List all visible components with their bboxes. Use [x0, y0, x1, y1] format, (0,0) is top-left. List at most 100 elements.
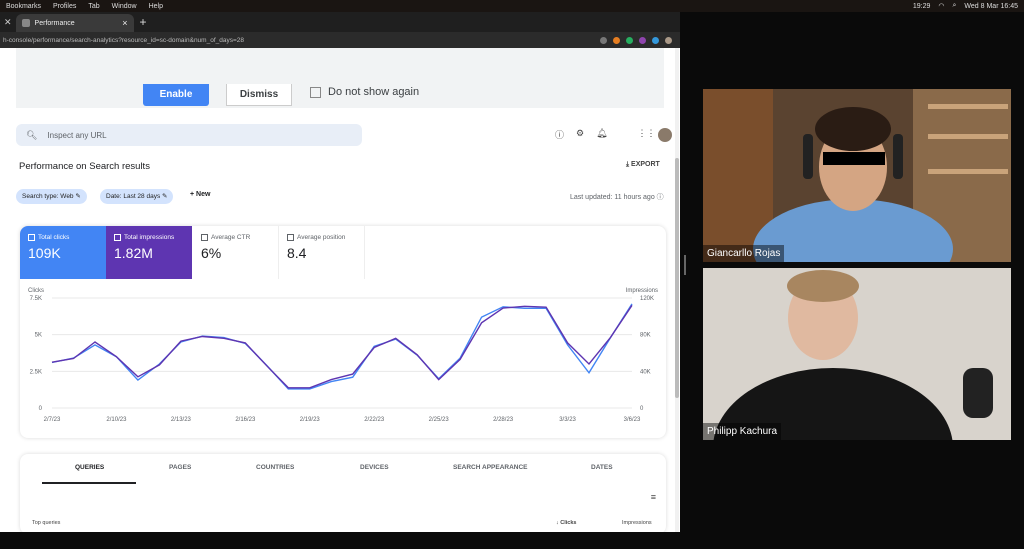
menu-window[interactable]: Window: [112, 3, 137, 10]
tab-performance[interactable]: Performance ×: [15, 14, 134, 32]
page-title: Performance on Search results: [19, 161, 150, 172]
participant-video: [703, 89, 1011, 262]
left-tick-label: 2.5K: [30, 369, 42, 375]
metric-label: Total clicks: [38, 234, 70, 241]
last-updated: Last updated: 11 hours ago ⓘ: [570, 194, 664, 201]
tab-countries[interactable]: COUNTRIES: [256, 464, 294, 471]
close-icon[interactable]: ✕: [4, 17, 12, 28]
metric-total-clicks[interactable]: Total clicks 109K: [20, 226, 106, 279]
video-tile[interactable]: Philipp Kachura: [703, 268, 1011, 440]
series-line-impressions: [51, 304, 633, 389]
split-divider-handle[interactable]: [684, 255, 686, 275]
vertical-scrollbar[interactable]: [675, 48, 679, 532]
x-tick-label: 2/25/23: [429, 417, 450, 423]
account-settings-icon[interactable]: ⚙: [576, 128, 584, 141]
extension-icon[interactable]: [600, 36, 607, 44]
new-label: New: [196, 191, 211, 198]
checkbox-icon[interactable]: [310, 86, 321, 98]
left-axis-label: Clicks: [28, 288, 44, 294]
close-tab-icon[interactable]: ×: [122, 18, 127, 28]
checkbox-icon: [287, 234, 294, 241]
x-tick-label: 2/13/23: [171, 417, 192, 423]
metric-label: Average position: [297, 234, 346, 241]
active-tab-indicator: [42, 482, 136, 484]
metric-label: Average CTR: [211, 234, 251, 241]
extension-icon[interactable]: [613, 36, 620, 44]
metric-average-position[interactable]: Average position 8.4: [279, 226, 365, 279]
favicon-icon: [21, 19, 30, 27]
search-icon: 🔍︎: [26, 129, 38, 140]
x-tick-label: 2/10/23: [106, 417, 127, 423]
extension-icon[interactable]: [652, 36, 659, 44]
help-icon[interactable]: ⓘ: [555, 128, 564, 141]
export-button[interactable]: ⤓ EXPORT: [626, 161, 660, 169]
metric-average-ctr[interactable]: Average CTR 6%: [193, 226, 279, 279]
participant-name: Philipp Kachura: [703, 423, 782, 440]
checkbox-icon: [114, 234, 121, 241]
menu-tab[interactable]: Tab: [88, 3, 99, 10]
desktop: Bookmarks Profiles Tab Window Help 19:29…: [0, 0, 1024, 549]
x-tick-label: 2/7/23: [44, 417, 61, 423]
performance-chart-card: Total clicks 109K Total impressions 1.82…: [20, 226, 666, 438]
table-header: Top queries ↓ Clicks Impressions: [32, 520, 654, 526]
metric-label: Total impressions: [124, 234, 175, 241]
participant-video: [703, 268, 1011, 440]
menu-profiles[interactable]: Profiles: [53, 3, 76, 10]
checkbox-icon: [28, 234, 35, 241]
scrollbar-thumb[interactable]: [675, 158, 679, 398]
tab-dates[interactable]: DATES: [591, 464, 613, 471]
x-tick-label: 3/3/23: [559, 417, 576, 423]
tab-devices[interactable]: DEVICES: [360, 464, 389, 471]
bell-icon[interactable]: 🔔︎: [596, 128, 607, 141]
search-icon[interactable]: ⌕: [953, 2, 957, 10]
new-filter-button[interactable]: + New: [190, 191, 210, 198]
mac-menu-bar: Bookmarks Profiles Tab Window Help 19:29…: [0, 0, 1024, 12]
apps-grid-icon[interactable]: ⋮⋮: [638, 128, 656, 141]
dimension-tabs-card: QUERIES PAGES COUNTRIES DEVICES SEARCH A…: [20, 454, 666, 532]
new-tab-button[interactable]: +: [140, 15, 147, 29]
metric-value: 8.4: [287, 245, 307, 261]
left-tick-label: 5K: [35, 333, 42, 339]
date-filter[interactable]: Date: Last 28 days ✎: [100, 189, 174, 204]
date-label: Date: Last 28 days: [106, 193, 161, 200]
last-updated-text: Last updated: 11 hours ago: [570, 194, 655, 201]
extension-icon[interactable]: [626, 36, 633, 44]
address-bar[interactable]: h-console/performance/search-analytics?r…: [0, 32, 680, 48]
header-icons: ⓘ ⚙ 🔔︎ ⋮⋮: [555, 128, 656, 141]
extensions: [600, 36, 680, 44]
url-text[interactable]: h-console/performance/search-analytics?r…: [3, 37, 244, 44]
metric-value: 6%: [201, 245, 222, 261]
metric-total-impressions[interactable]: Total impressions 1.82M: [106, 226, 192, 279]
right-tick-label: 80K: [640, 333, 651, 339]
do-not-show-checkbox[interactable]: Do not show again: [310, 86, 419, 98]
impressions-header[interactable]: Impressions: [622, 520, 652, 526]
wifi-icon[interactable]: ◠: [938, 2, 944, 10]
search-type-label: Search type: Web: [22, 193, 74, 200]
x-tick-label: 2/19/23: [300, 417, 321, 423]
menu-bookmarks[interactable]: Bookmarks: [6, 3, 41, 10]
do-not-show-label: Do not show again: [328, 86, 420, 98]
extension-icon[interactable]: [639, 36, 646, 44]
dismiss-button[interactable]: Dismiss: [226, 84, 292, 106]
promo-banner: [16, 48, 664, 108]
search-placeholder: Inspect any URL: [47, 130, 107, 140]
tab-pages[interactable]: PAGES: [169, 464, 191, 471]
clock: 19:29: [912, 2, 931, 10]
search-type-filter[interactable]: Search type: Web ✎: [16, 189, 87, 204]
avatar[interactable]: [658, 128, 672, 142]
profile-icon[interactable]: [665, 36, 672, 44]
x-tick-label: 3/6/23: [624, 417, 641, 423]
tab-queries[interactable]: QUERIES: [75, 464, 104, 471]
clicks-header[interactable]: ↓ Clicks: [556, 520, 577, 526]
video-tile[interactable]: Giancarllo Rojas: [703, 89, 1011, 262]
tab-title: Performance: [34, 19, 75, 27]
filter-icon[interactable]: ≡: [651, 492, 656, 502]
menu-help[interactable]: Help: [149, 3, 163, 10]
right-axis-label: Impressions: [626, 288, 658, 294]
top-queries-header: Top queries: [32, 520, 61, 526]
tab-search-appearance[interactable]: SEARCH APPEARANCE: [453, 464, 528, 471]
metric-value: 109K: [28, 245, 61, 261]
performance-line-chart: Clicks Impressions7.5K 120K5K 80K2.5K 40K0 02…: [28, 288, 658, 423]
inspect-url-search[interactable]: 🔍︎ Inspect any URL: [16, 124, 362, 146]
enable-button[interactable]: Enable: [143, 84, 209, 106]
